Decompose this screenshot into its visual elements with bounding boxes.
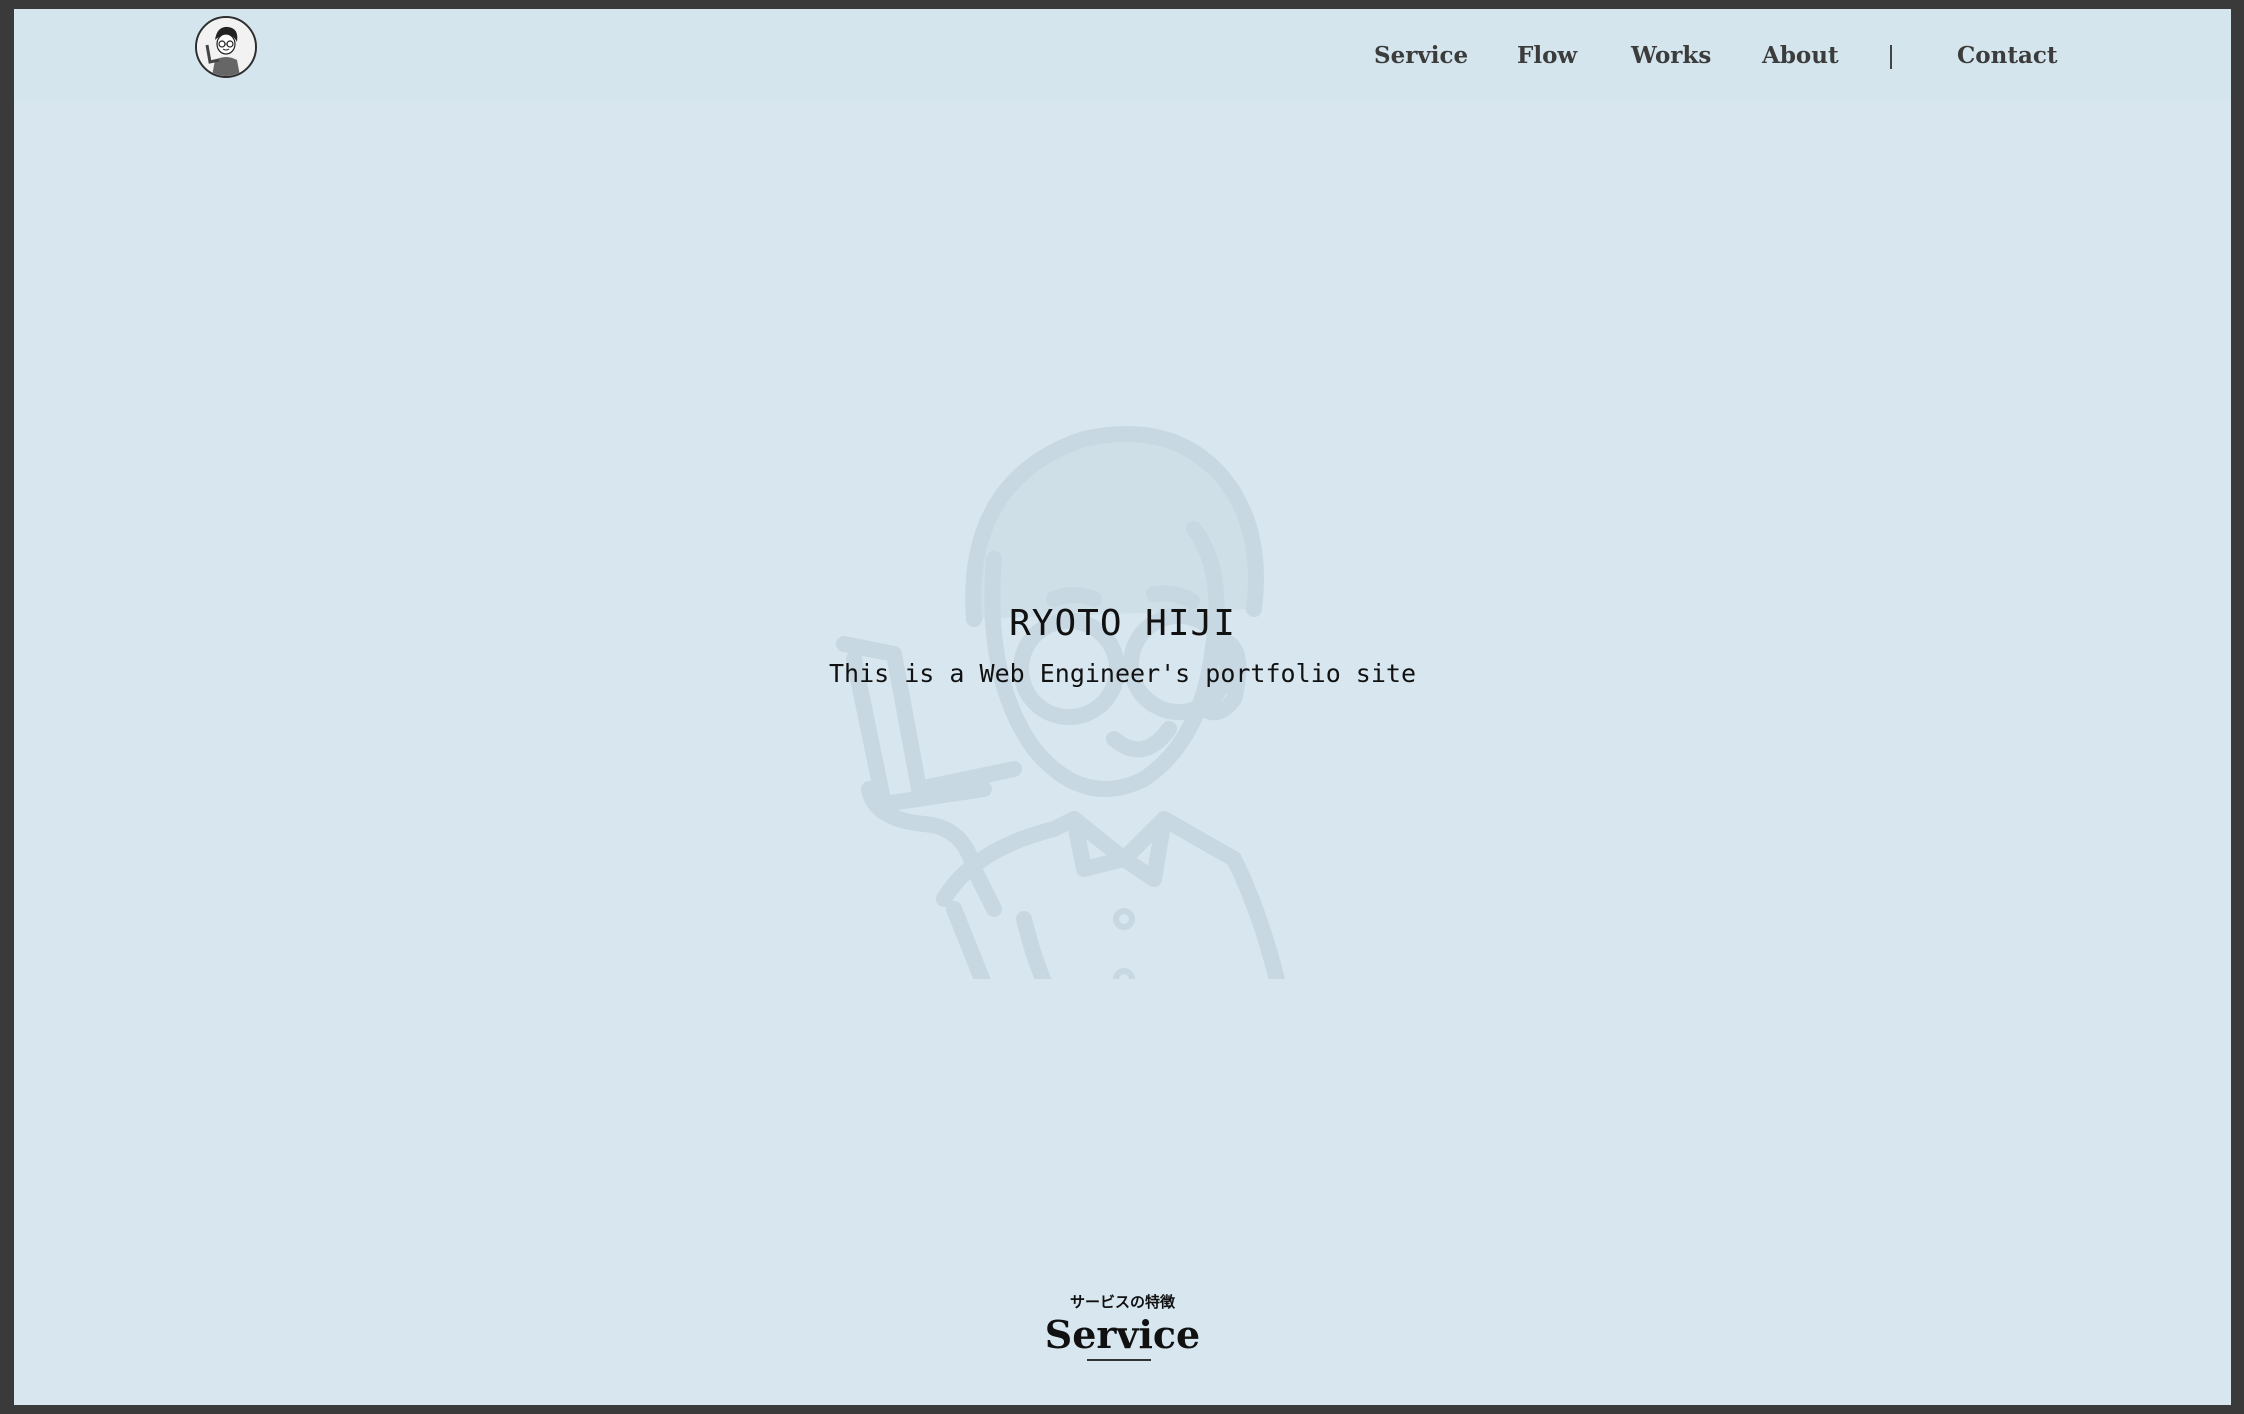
- section-title-underline: [1087, 1359, 1151, 1361]
- main-nav: Service Flow Works About Contact: [14, 31, 2231, 81]
- nav-works[interactable]: Works: [1631, 42, 1711, 69]
- nav-flow[interactable]: Flow: [1517, 42, 1577, 69]
- service-section-title: Service: [1044, 1312, 1201, 1357]
- engineer-illustration-icon: [824, 419, 1364, 1019]
- hero-title: RYOTO HIJI: [1009, 603, 1236, 644]
- nav-contact[interactable]: Contact: [1957, 42, 2058, 69]
- nav-about[interactable]: About: [1762, 42, 1839, 69]
- hero-subtitle: This is a Web Engineer's portfolio site: [829, 659, 1416, 688]
- service-section-subtitle: サービスの特徴: [1069, 1293, 1175, 1311]
- nav-service[interactable]: Service: [1374, 42, 1468, 69]
- site-header: Service Flow Works About Contact: [14, 9, 2231, 101]
- nav-divider: [1890, 45, 1892, 69]
- page: Service Flow Works About Contact RYOTO H…: [14, 9, 2231, 1405]
